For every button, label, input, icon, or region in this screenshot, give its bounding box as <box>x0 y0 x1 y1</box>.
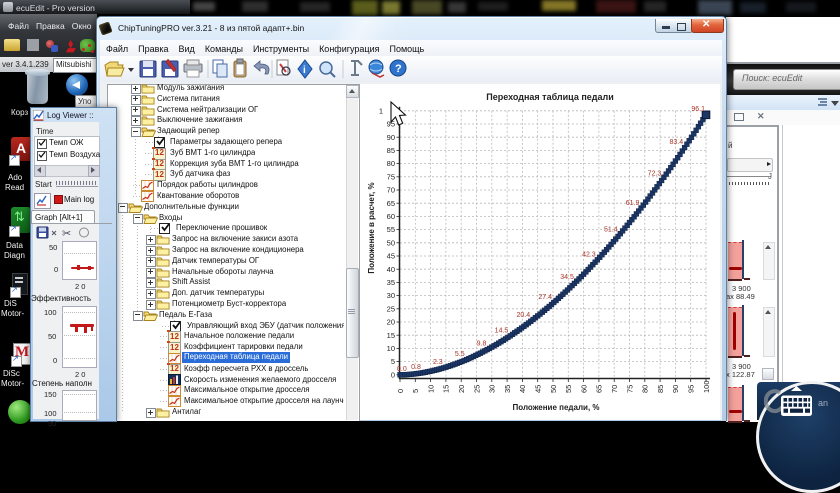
svg-text:90: 90 <box>387 133 395 142</box>
svg-text:40: 40 <box>387 265 395 274</box>
svg-text:65: 65 <box>595 385 604 393</box>
svg-text:72.3: 72.3 <box>648 171 662 178</box>
svg-text:70: 70 <box>387 186 395 195</box>
svg-text:60: 60 <box>387 212 395 221</box>
svg-text:Положение в расчет, %: Положение в расчет, % <box>367 182 376 273</box>
svg-text:10: 10 <box>387 344 395 353</box>
svg-text:20: 20 <box>387 318 395 327</box>
svg-text:65: 65 <box>387 199 395 208</box>
svg-text:25: 25 <box>387 304 395 313</box>
svg-text:96.1: 96.1 <box>691 106 705 113</box>
svg-text:50: 50 <box>387 238 395 247</box>
svg-text:0: 0 <box>391 370 395 379</box>
svg-text:85: 85 <box>387 146 395 155</box>
svg-text:9.8: 9.8 <box>477 341 487 348</box>
svg-text:30: 30 <box>387 291 395 300</box>
svg-text:0: 0 <box>396 389 405 393</box>
svg-text:60: 60 <box>579 385 588 393</box>
svg-text:0.0: 0.0 <box>397 366 407 373</box>
svg-text:80: 80 <box>641 385 650 393</box>
svg-text:27.4: 27.4 <box>538 294 552 301</box>
svg-text:15: 15 <box>442 385 451 393</box>
svg-text:61.9: 61.9 <box>626 200 640 207</box>
svg-text:75: 75 <box>625 385 634 393</box>
svg-text:5: 5 <box>411 389 420 393</box>
svg-text:45: 45 <box>534 385 543 393</box>
svg-text:i: i <box>303 65 306 76</box>
svg-text:100: 100 <box>702 380 711 393</box>
svg-text:20.4: 20.4 <box>516 312 530 319</box>
svg-text:Переходная таблица педали: Переходная таблица педали <box>486 92 613 102</box>
svg-text:?: ? <box>395 63 402 75</box>
svg-text:25: 25 <box>472 385 481 393</box>
svg-text:50: 50 <box>549 385 558 393</box>
svg-text:10: 10 <box>426 385 435 393</box>
svg-text:90: 90 <box>671 385 680 393</box>
svg-text:75: 75 <box>387 172 395 181</box>
svg-text:30: 30 <box>488 385 497 393</box>
svg-text:95: 95 <box>687 385 696 393</box>
svg-text:42.3: 42.3 <box>582 252 596 259</box>
svg-text:70: 70 <box>610 385 619 393</box>
svg-text:55: 55 <box>387 225 395 234</box>
svg-text:34.5: 34.5 <box>560 274 574 281</box>
svg-text:5.5: 5.5 <box>455 351 465 358</box>
svg-text:55: 55 <box>564 385 573 393</box>
svg-text:45: 45 <box>387 252 395 261</box>
svg-text:1: 1 <box>379 106 383 115</box>
svg-text:20: 20 <box>457 385 466 393</box>
svg-text:51.4: 51.4 <box>604 227 618 234</box>
svg-text:15: 15 <box>387 331 395 340</box>
svg-text:2.3: 2.3 <box>433 359 443 366</box>
svg-text:Положение педали, %: Положение педали, % <box>513 403 600 412</box>
svg-text:✂: ✂ <box>62 228 71 239</box>
svg-text:85: 85 <box>656 385 665 393</box>
svg-text:0.8: 0.8 <box>411 364 421 371</box>
svg-text:35: 35 <box>387 278 395 287</box>
svg-text:5: 5 <box>391 357 395 366</box>
svg-text:14.5: 14.5 <box>495 328 509 335</box>
svg-text:40: 40 <box>518 385 527 393</box>
svg-text:83.4: 83.4 <box>669 139 683 146</box>
svg-text:80: 80 <box>387 159 395 168</box>
svg-text:35: 35 <box>503 385 512 393</box>
